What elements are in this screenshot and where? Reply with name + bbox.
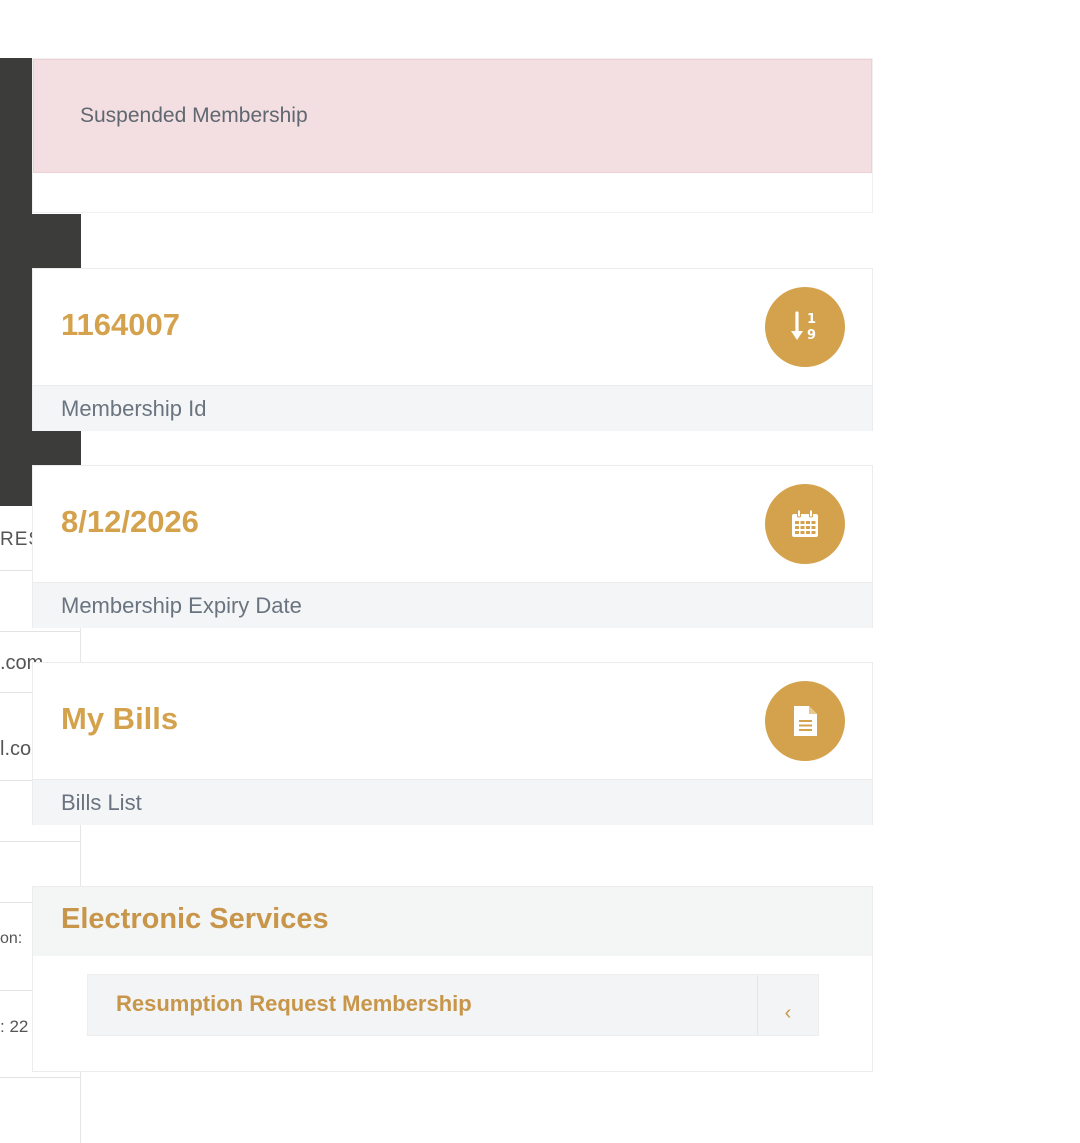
background-text: l.co xyxy=(0,738,32,760)
alert-card: Suspended Membership xyxy=(32,58,873,213)
electronic-services-header: Electronic Services xyxy=(33,887,872,956)
membership-id-card: 1164007 1 9 Membership Id xyxy=(32,268,873,431)
background-sidebar-panel xyxy=(0,58,32,214)
electronic-services-panel: Electronic Services Resumption Request M… xyxy=(32,886,873,1072)
card-footer: Membership Expiry Date xyxy=(33,582,872,628)
svg-text:9: 9 xyxy=(807,328,816,343)
sort-numeric-icon: 1 9 xyxy=(765,287,845,367)
bills-list-link[interactable]: Bills List xyxy=(61,790,142,816)
membership-id-value: 1164007 xyxy=(61,307,180,342)
background-divider xyxy=(0,1077,80,1078)
membership-id-label: Membership Id xyxy=(61,396,207,421)
background-sidebar-panel xyxy=(0,466,32,506)
background-text: : 22 xyxy=(0,1017,29,1036)
card-footer[interactable]: Bills List xyxy=(33,779,872,825)
calendar-icon xyxy=(765,484,845,564)
suspended-alert: Suspended Membership xyxy=(33,59,872,173)
card-footer: Membership Id xyxy=(33,385,872,431)
expiry-date-label: Membership Expiry Date xyxy=(61,593,302,618)
background-divider xyxy=(0,631,80,632)
document-icon xyxy=(765,681,845,761)
my-bills-card[interactable]: My Bills Bills List xyxy=(32,662,873,825)
svg-text:1: 1 xyxy=(807,312,816,327)
expiry-date-value: 8/12/2026 xyxy=(61,504,199,539)
resumption-request-label[interactable]: Resumption Request Membership xyxy=(116,991,472,1017)
membership-expiry-card: 8/12/2026 Membership Expiry Date xyxy=(32,465,873,628)
electronic-services-title: Electronic Services xyxy=(61,903,329,935)
alert-text: Suspended Membership xyxy=(80,104,308,127)
resumption-request-item[interactable]: Resumption Request Membership ‹ xyxy=(87,974,819,1036)
chevron-left-icon[interactable]: ‹ xyxy=(757,975,818,1035)
background-text: on: xyxy=(0,930,23,947)
background-divider xyxy=(0,841,80,842)
my-bills-title: My Bills xyxy=(61,701,179,736)
